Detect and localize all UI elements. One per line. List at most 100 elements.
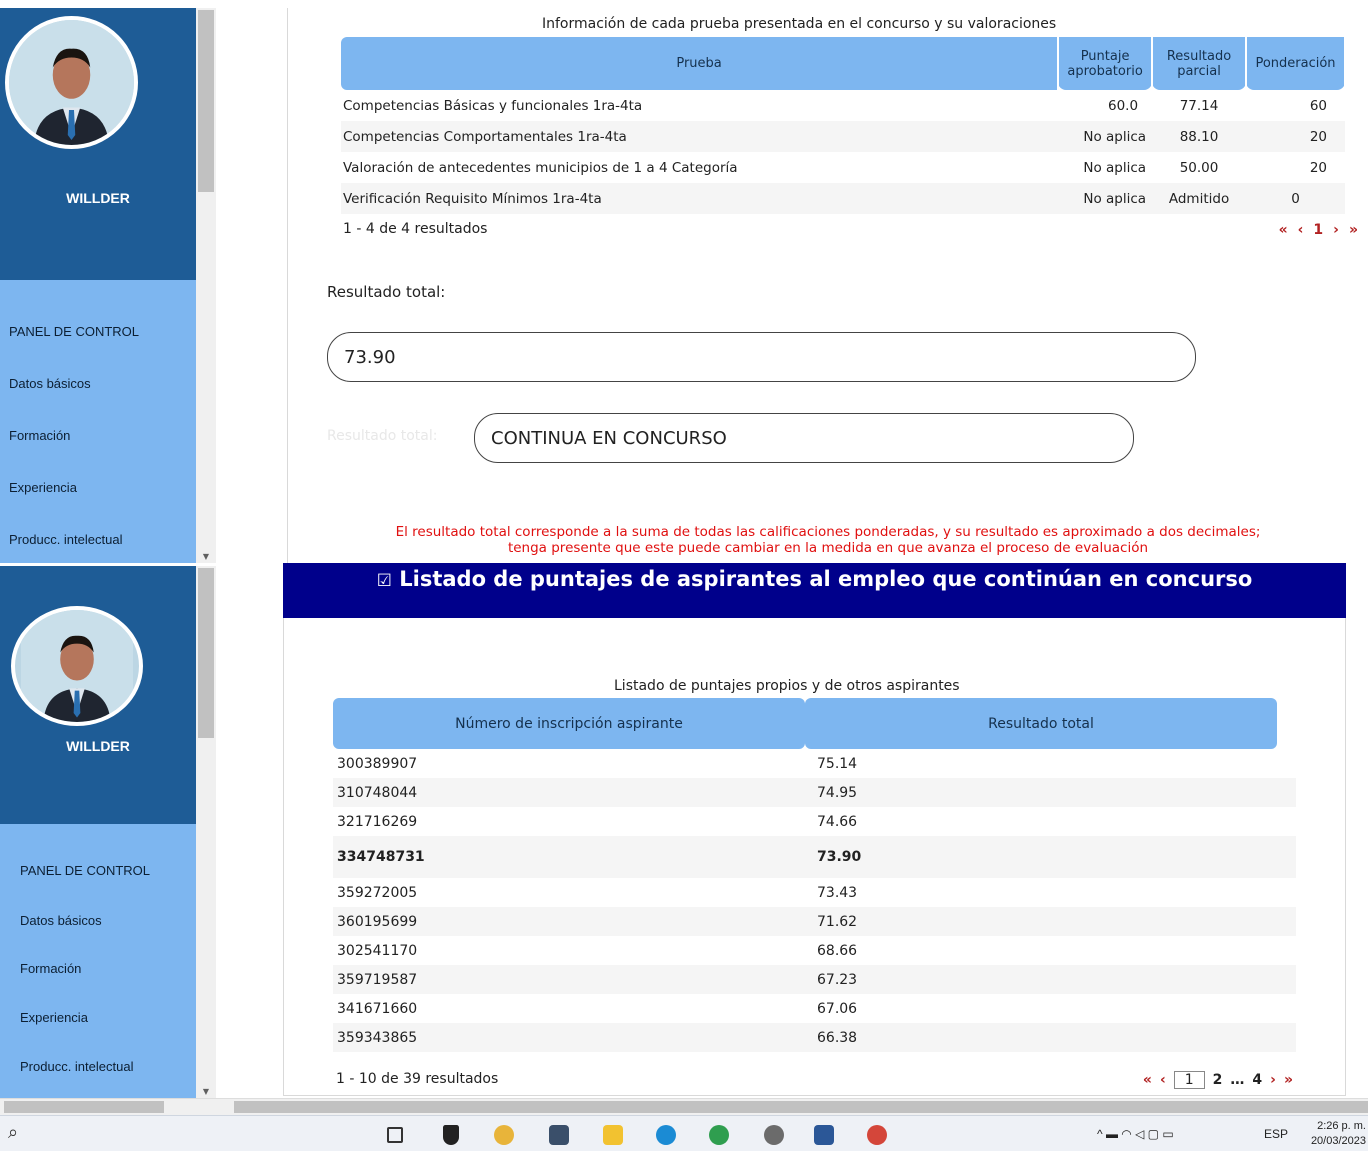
menu-datos-basicos-2[interactable]: Datos básicos xyxy=(20,913,102,928)
applicant-id: 359719587 xyxy=(333,965,805,994)
menu-panel-control[interactable]: PANEL DE CONTROL xyxy=(9,324,139,339)
scrollbar-thumb-left[interactable] xyxy=(4,1101,164,1113)
settings-gear-icon[interactable] xyxy=(764,1125,784,1145)
test-name: Competencias Comportamentales 1ra-4ta xyxy=(341,121,1059,152)
scrollbar-thumb-main[interactable] xyxy=(234,1101,1368,1113)
language-indicator[interactable]: ESP xyxy=(1264,1127,1288,1141)
pager-next-icon[interactable]: › xyxy=(1270,1072,1276,1088)
tests-pager-text: 1 - 4 de 4 resultados xyxy=(343,221,488,237)
table-row: 359719587 67.23 xyxy=(333,965,1296,994)
header-prueba[interactable]: Prueba xyxy=(341,37,1060,90)
clock[interactable]: 2:26 p. m. 20/03/2023 xyxy=(1311,1119,1366,1149)
file-explorer-icon[interactable] xyxy=(603,1125,623,1145)
note-line-1: El resultado total corresponde a la suma… xyxy=(395,524,1261,540)
pager-prev-icon[interactable]: ‹ xyxy=(1298,222,1304,238)
applicant-id: 359343865 xyxy=(333,1023,805,1052)
test-threshold: No aplica xyxy=(1058,183,1153,214)
scroll-down-arrow-icon[interactable]: ▼ xyxy=(196,1086,216,1098)
pager-first-icon[interactable]: « xyxy=(1279,222,1288,238)
applicant-score: 74.66 xyxy=(817,813,858,830)
pager-page-2[interactable]: 2 xyxy=(1213,1072,1223,1088)
pager-next-icon[interactable]: › xyxy=(1333,222,1339,238)
applicant-score: 73.90 xyxy=(805,836,1277,878)
chrome-profile-icon-2[interactable] xyxy=(867,1125,887,1145)
test-name: Verificación Requisito Mínimos 1ra-4ta xyxy=(341,183,1059,214)
test-name: Competencias Básicas y funcionales 1ra-4… xyxy=(343,97,643,114)
table-row: 302541170 68.66 xyxy=(333,936,1296,965)
table-row: Competencias Básicas y funcionales 1ra-4… xyxy=(341,90,1345,121)
header-resultado-total[interactable]: Resultado total xyxy=(805,698,1277,749)
result-note: El resultado total corresponde a la suma… xyxy=(288,524,1368,556)
scroll-down-arrow-icon[interactable]: ▼ xyxy=(196,551,216,563)
applicant-score: 73.43 xyxy=(817,884,858,901)
user-photo-icon xyxy=(21,610,133,722)
user-photo-icon xyxy=(9,20,134,145)
table-row: 321716269 74.66 xyxy=(333,807,1296,836)
pager-first-icon[interactable]: « xyxy=(1143,1072,1152,1088)
ranking-caption: Listado de puntajes propios y de otros a… xyxy=(614,678,960,694)
pager-current-page[interactable]: 1 xyxy=(1173,1071,1205,1089)
menu-producc-intelectual-2[interactable]: Producc. intelectual xyxy=(20,1059,133,1074)
status-label: Resultado total: xyxy=(327,428,438,444)
sidebar-bottom-scrollbar[interactable]: ▼ xyxy=(196,566,216,1098)
applicant-id: 360195699 xyxy=(333,907,805,936)
pager-last-icon[interactable]: » xyxy=(1349,222,1358,238)
header-puntaje-aprobatorio[interactable]: Puntaje aprobatorio xyxy=(1058,37,1154,90)
applicant-score: 75.14 xyxy=(817,755,858,772)
horizontal-scrollbar[interactable] xyxy=(0,1098,1368,1115)
header-resultado-parcial[interactable]: Resultado parcial xyxy=(1152,37,1248,90)
test-weight: 60 xyxy=(1309,97,1327,114)
applicant-id: 302541170 xyxy=(337,942,418,959)
menu-experiencia[interactable]: Experiencia xyxy=(9,480,77,495)
test-name: Valoración de antecedentes municipios de… xyxy=(343,159,738,176)
pager-prev-icon[interactable]: ‹ xyxy=(1160,1072,1166,1088)
menu-datos-basicos[interactable]: Datos básicos xyxy=(9,376,91,391)
ranking-table: Número de inscripción aspirante Resultad… xyxy=(333,698,1296,1052)
menu-producc-intelectual[interactable]: Producc. intelectual xyxy=(9,532,122,547)
test-weight: 20 xyxy=(1246,121,1345,152)
applicant-id: 310748044 xyxy=(333,778,805,807)
sidebar-top-scrollbar[interactable]: ▼ xyxy=(196,8,216,563)
total-value-field: 73.90 xyxy=(327,332,1196,382)
chrome-icon[interactable] xyxy=(709,1125,729,1145)
pager-ellipsis: … xyxy=(1230,1072,1245,1088)
chrome-profile-icon[interactable] xyxy=(494,1125,514,1145)
table-row: Valoración de antecedentes municipios de… xyxy=(341,152,1345,183)
applicant-id: 341671660 xyxy=(337,1000,418,1017)
photos-icon[interactable] xyxy=(549,1125,569,1145)
search-icon[interactable]: ⌕ xyxy=(8,1122,18,1143)
pager-page[interactable]: 1 xyxy=(1313,222,1323,238)
scrollbar-thumb-2[interactable] xyxy=(198,568,214,738)
system-tray-icons[interactable]: ^ ▬ ◠ ◁ ▢ ▭ xyxy=(1097,1127,1174,1141)
header-ponderacion[interactable]: Ponderación xyxy=(1246,37,1346,90)
sidebar-top: WILLDER PANEL DE CONTROL Datos básicos F… xyxy=(0,8,196,563)
table-row: 341671660 67.06 xyxy=(333,994,1296,1023)
ranking-pager: « ‹ 1 2 … 4 › » xyxy=(1143,1071,1293,1089)
test-partial: Admitido xyxy=(1152,183,1247,214)
security-shield-icon[interactable] xyxy=(443,1125,459,1145)
tests-caption: Información de cada prueba presentada en… xyxy=(542,16,1057,32)
header-numero-inscripcion[interactable]: Número de inscripción aspirante xyxy=(333,698,805,749)
test-partial: 50.00 xyxy=(1179,159,1219,176)
applicant-id: 321716269 xyxy=(337,813,418,830)
sidebar-bottom: WILLDER PANEL DE CONTROL Datos básicos F… xyxy=(0,566,196,1098)
applicant-id: 359272005 xyxy=(337,884,418,901)
pager-last-icon[interactable]: » xyxy=(1284,1072,1293,1088)
menu-experiencia-2[interactable]: Experiencia xyxy=(20,1010,88,1025)
scrollbar-thumb[interactable] xyxy=(198,10,214,192)
ranking-banner: ☑ Listado de puntajes de aspirantes al e… xyxy=(283,563,1346,618)
note-line-2: tenga presente que este puede cambiar en… xyxy=(507,540,1149,556)
word-icon[interactable] xyxy=(814,1125,834,1145)
menu-formacion[interactable]: Formación xyxy=(9,428,70,443)
pager-page-4[interactable]: 4 xyxy=(1252,1072,1262,1088)
applicant-score: 67.06 xyxy=(817,1000,858,1017)
table-row: 360195699 71.62 xyxy=(333,907,1296,936)
task-view-icon[interactable] xyxy=(387,1127,403,1143)
total-value: 73.90 xyxy=(344,346,396,368)
menu-formacion-2[interactable]: Formación xyxy=(20,961,81,976)
menu-panel-control-2[interactable]: PANEL DE CONTROL xyxy=(20,863,150,878)
ranking-title: Listado de puntajes de aspirantes al emp… xyxy=(399,567,1253,591)
edge-icon[interactable] xyxy=(656,1125,676,1145)
test-weight: 0 xyxy=(1246,183,1345,214)
status-value: CONTINUA EN CONCURSO xyxy=(491,427,727,449)
